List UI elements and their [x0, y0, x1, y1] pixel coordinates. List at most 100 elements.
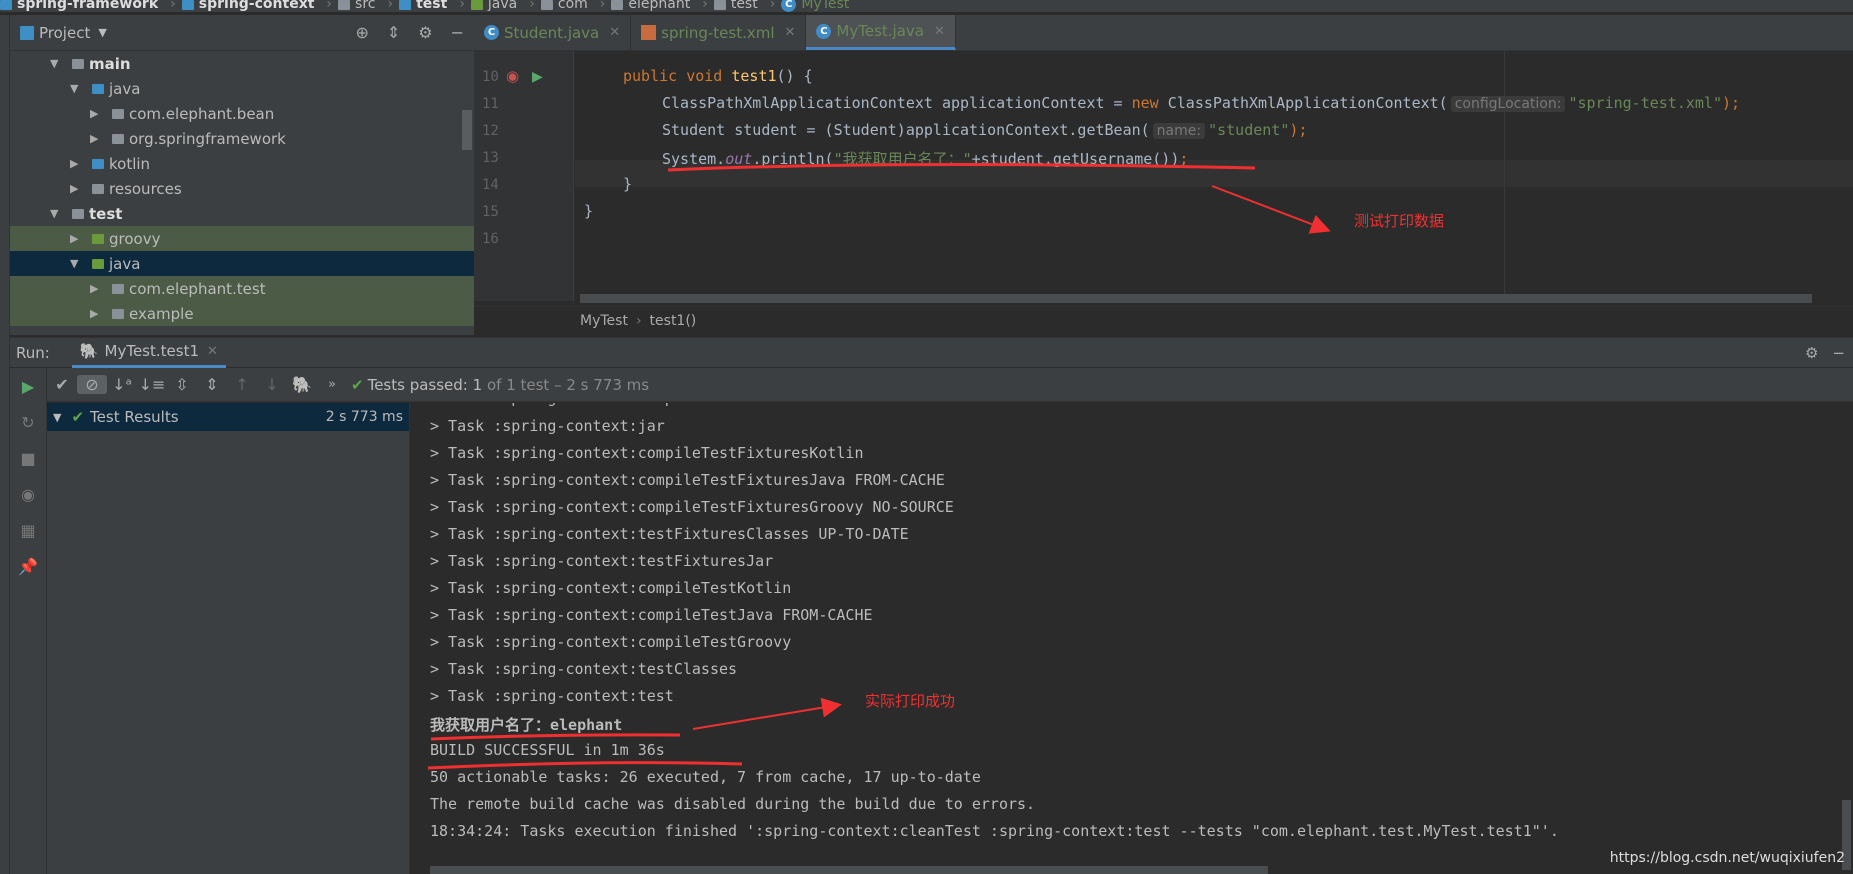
close-icon[interactable]: ✕ [609, 25, 620, 40]
view-icon[interactable]: ◉ [10, 476, 46, 512]
tree-item[interactable]: ▼ test [10, 201, 474, 226]
gear-icon[interactable]: ⚙ [1805, 344, 1818, 362]
breadcrumb-class[interactable]: MyTest [580, 313, 628, 329]
chevron-right-icon[interactable]: ▶ [70, 182, 84, 195]
breadcrumb-item[interactable]: elephant [611, 0, 690, 12]
run-side-toolbar: ▶ ↻ ■ ◉ ▦ 📌 [10, 368, 47, 874]
breadcrumb-item[interactable]: spring-context [181, 0, 315, 12]
code-token: test1 [731, 67, 777, 85]
code-token: name: [1152, 123, 1206, 139]
console-output[interactable]: > Task :spring-context:inspectClassesFor… [411, 403, 1853, 874]
run-gutter-icon[interactable]: ▶ [532, 69, 543, 85]
pin-icon[interactable]: 📌 [10, 548, 46, 584]
sort-by-duration-icon[interactable]: ↓≡ [137, 375, 167, 394]
breadcrumb-item[interactable]: java [470, 0, 517, 12]
close-icon[interactable]: ✕ [207, 344, 218, 359]
console-horizontal-scrollbar[interactable] [430, 866, 1268, 874]
collapse-all-icon[interactable]: ⇕ [387, 23, 400, 42]
breadcrumb-label: spring-context [198, 0, 315, 12]
folder-icon [0, 0, 12, 10]
close-icon[interactable]: ✕ [785, 25, 796, 40]
breadcrumb-item[interactable]: com [540, 0, 588, 12]
breadcrumb-method[interactable]: test1() [650, 313, 697, 329]
tree-item-label: example [129, 304, 194, 323]
tree-item[interactable]: ▶ example [10, 301, 474, 326]
breadcrumb-separator: › [529, 0, 535, 12]
sort-alphabetically-icon[interactable]: ↓ᵃ [107, 375, 137, 394]
chevron-down-icon[interactable]: ▼ [70, 82, 84, 95]
run-tab-label: MyTest.test1 [104, 342, 199, 360]
more-icon[interactable]: » [317, 377, 347, 392]
rerun-icon[interactable]: ▶ [10, 368, 46, 404]
tree-item[interactable]: ▶ resources [10, 176, 474, 201]
console-line: > Task :spring-context:compileTestFixtur… [430, 444, 864, 462]
tab-student-java[interactable]: C Student.java ✕ [474, 15, 632, 50]
tree-item[interactable]: ▶ org.springframework [10, 126, 474, 151]
tree-item[interactable]: ▶ kotlin [10, 151, 474, 176]
tab-mytest-java[interactable]: C MyTest.java ✕ [806, 15, 956, 50]
chevron-down-icon[interactable]: ▼ [50, 207, 64, 220]
chevron-down-icon[interactable]: ▼ [70, 257, 84, 270]
breadcrumb-item[interactable]: spring-framework [0, 0, 158, 12]
project-panel-header: Project ▼ ⊕ ⇕ ⚙ − [10, 15, 474, 51]
next-icon[interactable]: ↓ [257, 375, 287, 394]
gear-icon[interactable]: ⚙ [418, 23, 432, 42]
chevron-right-icon[interactable]: ▶ [90, 132, 104, 145]
hide-icon[interactable]: − [1832, 344, 1845, 362]
expand-arrow-icon[interactable]: ▼ [53, 411, 61, 424]
test-folder-icon [92, 258, 104, 269]
breadcrumb-item[interactable]: test [399, 0, 447, 12]
line-number: 14 [482, 177, 499, 193]
chevron-down-icon[interactable]: ▼ [50, 57, 64, 70]
chevron-right-icon[interactable]: ▶ [70, 157, 84, 170]
chevron-down-icon[interactable]: ▼ [98, 26, 106, 39]
editor-tabs: C Student.java ✕ spring-test.xml ✕ C MyTest.ja… [474, 15, 1853, 51]
collapse-all-icon[interactable]: ⇕ [197, 375, 227, 394]
tree-item[interactable]: ▶ com.elephant.bean [10, 101, 474, 126]
import-tests-icon[interactable]: 🐘 [287, 375, 317, 394]
rerun-failed-icon[interactable]: ↻ [10, 404, 46, 440]
test-marker-icon[interactable]: ◉ [506, 67, 519, 85]
tree-item[interactable]: ▼ java [10, 251, 474, 276]
folder-icon [181, 0, 194, 10]
layout-icon[interactable]: ▦ [10, 512, 46, 548]
code-token: Student student = (Student)applicationCo… [662, 121, 1150, 139]
chevron-right-icon[interactable]: ▶ [90, 282, 104, 295]
breadcrumb-item[interactable]: test [713, 0, 758, 12]
tree-item[interactable]: ▼ main [10, 51, 474, 76]
line-number: 12 [482, 123, 499, 139]
run-tab[interactable]: 🐘 MyTest.test1 ✕ [71, 338, 226, 368]
console-line: > Task :spring-context:inspectClassesFor… [430, 403, 863, 407]
tab-label: MyTest.java [836, 22, 924, 40]
expand-all-icon[interactable]: ⇳ [167, 375, 197, 394]
check-icon: ✔ [71, 408, 85, 426]
tree-item-label: main [89, 54, 131, 73]
tree-item[interactable]: ▼ java [10, 76, 474, 101]
code-token: } [623, 175, 633, 193]
show-ignored-icon[interactable]: ⊘ [77, 375, 107, 394]
chevron-right-icon[interactable]: ▶ [90, 107, 104, 120]
tab-spring-test-xml[interactable]: spring-test.xml ✕ [631, 15, 807, 50]
chevron-right-icon[interactable]: ▶ [90, 307, 104, 320]
chevron-right-icon[interactable]: ▶ [70, 232, 84, 245]
show-passed-icon[interactable]: ✔ [47, 375, 77, 394]
tree-item[interactable]: ▶ groovy [10, 226, 474, 251]
watermark: https://blog.csdn.net/wuqixiufen2 [1609, 850, 1845, 866]
code-line: ClassPathXmlApplicationContext applicati… [662, 94, 1740, 112]
tree-item-label: com.elephant.test [129, 279, 266, 298]
stop-icon[interactable]: ■ [10, 440, 46, 476]
line-number: 10 [482, 69, 499, 85]
previous-icon[interactable]: ↑ [227, 375, 257, 394]
test-results-row[interactable]: ▼ ✔ Test Results 2 s 773 ms [47, 403, 409, 431]
close-icon[interactable]: ✕ [934, 24, 945, 39]
breadcrumb-item[interactable]: C MyTest [781, 0, 849, 12]
tree-item[interactable]: ▶ com.elephant.test [10, 276, 474, 301]
hide-icon[interactable]: − [451, 23, 464, 42]
console-line: > Task :spring-context:compileTestKotlin [430, 579, 792, 597]
editor-horizontal-scrollbar[interactable] [580, 294, 1812, 303]
project-scrollbar[interactable] [462, 110, 472, 150]
breadcrumb-item[interactable]: src [338, 0, 375, 12]
locate-icon[interactable]: ⊕ [355, 23, 368, 42]
project-view-selector[interactable]: Project [39, 24, 90, 42]
navigation-breadcrumb: spring-framework › spring-context › src › test… [0, 0, 1853, 12]
